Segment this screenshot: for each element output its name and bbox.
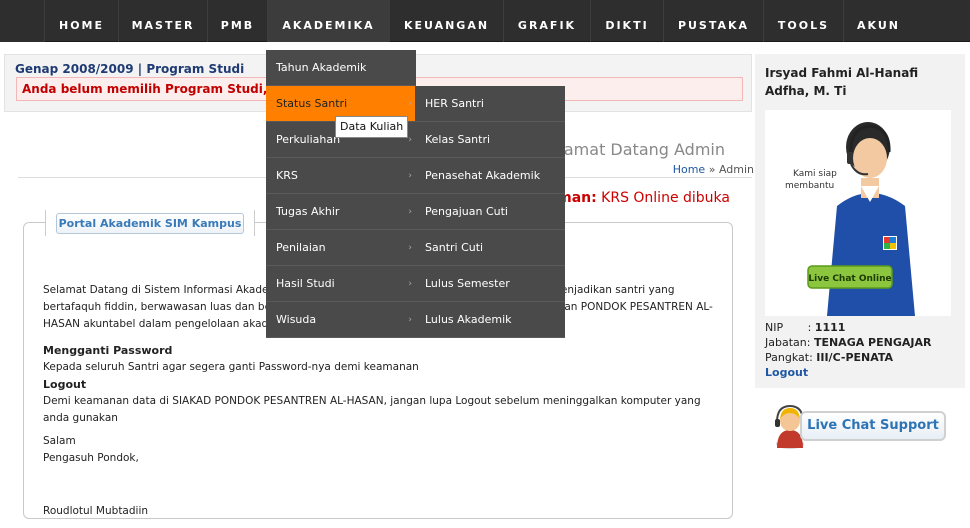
logout-text: Demi keamanan data di SIAKAD PONDOK PESA… xyxy=(43,395,701,424)
announcement-text: KRS Online dibuka xyxy=(601,190,730,206)
menu-hasil-studi[interactable]: Hasil Studi › xyxy=(266,266,416,302)
jabatan-label: Jabatan: xyxy=(765,336,811,349)
live-chat-support[interactable]: Live Chat Support xyxy=(770,400,950,450)
submenu-lulus-akademik[interactable]: Lulus Akademik xyxy=(415,302,565,338)
menu-perkuliahan-label: Perkuliahan xyxy=(276,133,341,146)
nav-master[interactable]: MASTER xyxy=(118,0,207,42)
portal-tab: Portal Akademik SIM Kampus xyxy=(45,210,255,236)
menu-hasil-studi-label: Hasil Studi xyxy=(276,277,335,290)
breadcrumb-separator: » xyxy=(708,163,716,176)
support-photo: Kami siap membantu Live Chat Online xyxy=(765,110,951,316)
salam-text: Salam xyxy=(43,435,76,447)
submenu-arrow-icon: › xyxy=(408,171,412,181)
semester-label: Genap 2008/2009 | Program Studi xyxy=(15,62,245,76)
nav-akademika[interactable]: AKADEMIKA xyxy=(267,0,389,42)
welcome-heading: Selamat Datang Admin xyxy=(539,140,725,159)
submenu-arrow-icon: › xyxy=(408,135,412,145)
pangkat-label: Pangkat: xyxy=(765,351,813,364)
menu-krs[interactable]: KRS › xyxy=(266,158,416,194)
submenu-arrow-icon: › xyxy=(408,315,412,325)
submenu-penasehat-akademik[interactable]: Penasehat Akademik xyxy=(415,158,565,194)
submenu-pengajuan-cuti[interactable]: Pengajuan Cuti xyxy=(415,194,565,230)
nav-grafik[interactable]: GRAFIK xyxy=(503,0,590,42)
breadcrumb-current: Admin xyxy=(718,163,754,176)
menu-tugas-akhir-label: Tugas Akhir xyxy=(276,205,340,218)
nav-keuangan[interactable]: KEUANGAN xyxy=(389,0,503,42)
nav-dikti[interactable]: DIKTI xyxy=(590,0,663,42)
pangkat-value: III/C-PENATA xyxy=(816,351,894,364)
breadcrumb: Home » Admin xyxy=(673,163,754,176)
menu-penilaian[interactable]: Penilaian › xyxy=(266,230,416,266)
menu-wisuda[interactable]: Wisuda › xyxy=(266,302,416,338)
akademika-dropdown: Tahun Akademik Status Santri › Perkuliaha… xyxy=(266,50,416,338)
logout-heading: Logout xyxy=(43,378,87,391)
tooltip: Data Kuliah xyxy=(335,116,409,138)
submenu-santri-cuti[interactable]: Santri Cuti xyxy=(415,230,565,266)
portal-tab-button[interactable]: Portal Akademik SIM Kampus xyxy=(56,213,244,234)
photo-caption-line2: membantu xyxy=(785,181,834,191)
password-heading: Mengganti Password xyxy=(43,344,173,357)
pengasuh-text: Pengasuh Pondok, xyxy=(43,452,139,464)
nav-home[interactable]: HOME xyxy=(44,0,118,42)
status-santri-submenu: HER Santri Kelas Santri Penasehat Akadem… xyxy=(415,86,565,338)
user-panel: Irsyad Fahmi Al-Hanafi Adfha, M. Ti Kami… xyxy=(755,54,965,388)
menu-tugas-akhir[interactable]: Tugas Akhir › xyxy=(266,194,416,230)
menu-penilaian-label: Penilaian xyxy=(276,241,326,254)
jabatan-value: TENAGA PENGAJAR xyxy=(813,336,932,349)
nip-label: NIP xyxy=(765,321,784,334)
nav-left-stub xyxy=(0,0,44,42)
logout-link[interactable]: Logout xyxy=(765,365,931,380)
submenu-arrow-icon: › xyxy=(408,279,412,289)
user-info: NIP : 1111 Jabatan: TENAGA PENGAJAR Pang… xyxy=(765,321,932,380)
signature-text: Roudlotul Mubtadiin xyxy=(43,505,149,517)
password-text: Kepada seluruh Santri agar segera ganti … xyxy=(43,361,419,373)
menu-wisuda-label: Wisuda xyxy=(276,313,317,326)
support-agent-illustration: Kami siap membantu Live Chat Online xyxy=(765,110,951,316)
submenu-arrow-icon: › xyxy=(408,207,412,217)
nav-pustaka[interactable]: PUSTAKA xyxy=(663,0,763,42)
menu-krs-label: KRS xyxy=(276,169,298,182)
nav-tools[interactable]: TOOLS xyxy=(763,0,843,42)
live-chat-online-label[interactable]: Live Chat Online xyxy=(808,274,891,284)
top-navigation: HOME MASTER PMB AKADEMIKA KEUANGAN GRAFI… xyxy=(0,0,970,42)
submenu-her-santri[interactable]: HER Santri xyxy=(415,86,565,122)
submenu-kelas-santri[interactable]: Kelas Santri xyxy=(415,122,565,158)
live-chat-support-button[interactable]: Live Chat Support xyxy=(800,411,946,441)
menu-status-santri-label: Status Santri xyxy=(276,97,348,110)
user-name: Irsyad Fahmi Al-Hanafi Adfha, M. Ti xyxy=(765,66,919,98)
nav-akun[interactable]: AKUN xyxy=(843,0,913,42)
photo-caption-line1: Kami siap xyxy=(793,169,837,179)
submenu-lulus-semester[interactable]: Lulus Semester xyxy=(415,266,565,302)
breadcrumb-home-link[interactable]: Home xyxy=(673,163,705,176)
nip-value: 1111 xyxy=(814,321,846,334)
menu-tahun-akademik[interactable]: Tahun Akademik xyxy=(266,50,416,86)
nav-pmb[interactable]: PMB xyxy=(207,0,267,42)
submenu-arrow-icon: › xyxy=(408,99,412,109)
submenu-arrow-icon: › xyxy=(408,243,412,253)
